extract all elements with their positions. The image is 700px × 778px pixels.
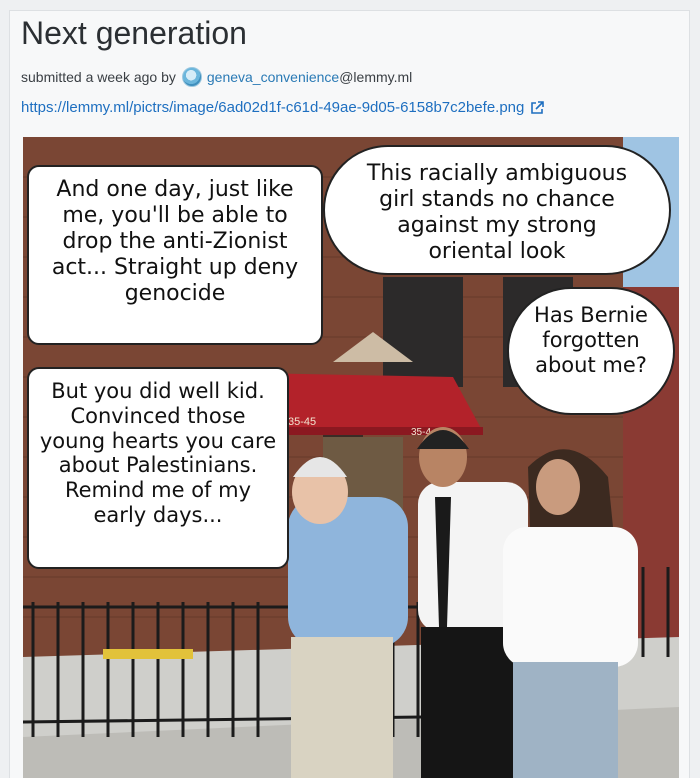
speech-bubble-right-top: This racially ambiguous girl stands no c… — [323, 145, 671, 275]
external-link-icon[interactable] — [530, 100, 545, 115]
user-avatar-icon[interactable] — [181, 67, 202, 87]
post-card: Next generation submitted a week ago by … — [9, 10, 690, 778]
post-image[interactable]: 35-45 35-4 And one day, just like me, yo… — [23, 137, 679, 778]
speech-text-right-top: This racially ambiguous girl stands no c… — [366, 161, 628, 264]
user-link[interactable]: geneva_convenience — [207, 69, 339, 85]
speech-bubble-left-top: And one day, just like me, you'll be abl… — [27, 165, 323, 345]
speech-bubble-left-mid: But you did well kid. Convinced those yo… — [27, 367, 289, 569]
speech-text-right-mid: Has Bernie forgotten about me? — [534, 303, 648, 377]
person-left — [288, 457, 408, 778]
post-meta: submitted a week ago by geneva_convenien… — [21, 67, 412, 87]
post-url-link[interactable]: https://lemmy.ml/pictrs/image/6ad02d1f-c… — [21, 99, 545, 116]
post-url-text[interactable]: https://lemmy.ml/pictrs/image/6ad02d1f-c… — [21, 99, 524, 116]
speech-bubble-right-mid: Has Bernie forgotten about me? — [507, 287, 675, 415]
submitted-text: submitted a week ago by — [21, 69, 176, 85]
post-title[interactable]: Next generation — [21, 15, 247, 52]
awning-sign-1: 35-45 — [288, 416, 316, 428]
speech-text-left-top: And one day, just like me, you'll be abl… — [51, 177, 299, 306]
user-instance: @lemmy.ml — [339, 69, 413, 85]
speech-text-left-mid: But you did well kid. Convinced those yo… — [39, 379, 277, 527]
